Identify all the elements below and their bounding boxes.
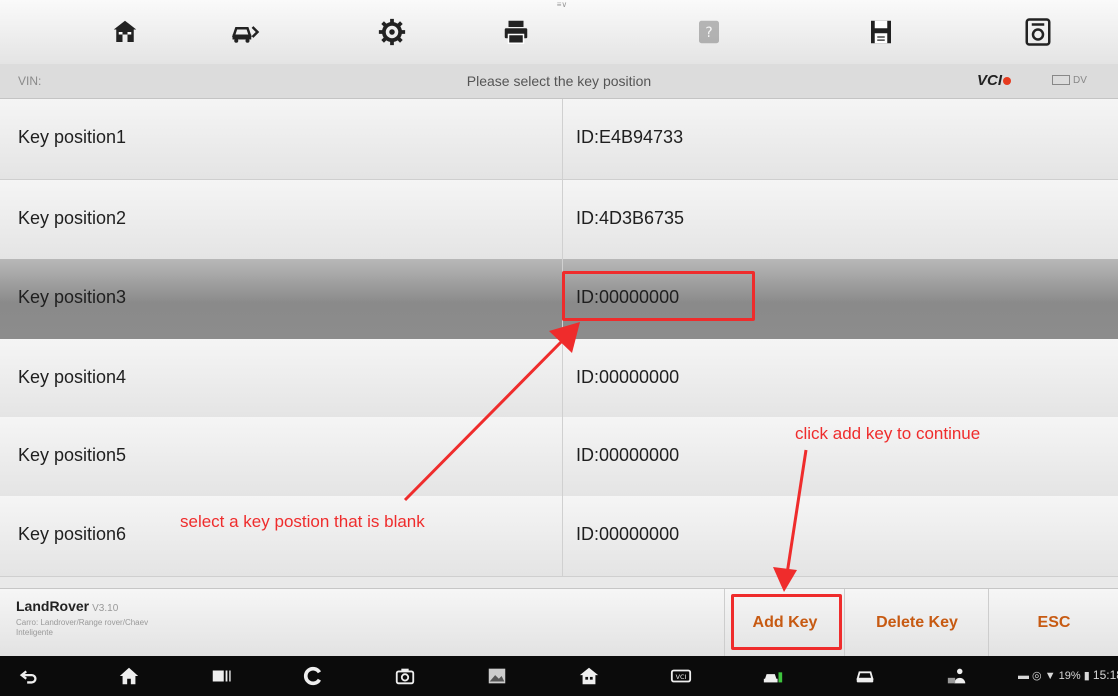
android-nav-bar: VCI ▬ ◎ ▼ 19% ▮ 15:18 [0, 656, 1118, 696]
vci-connected-dot [1003, 77, 1012, 85]
vci-status-button[interactable] [1018, 12, 1058, 52]
recent-apps-icon [212, 670, 231, 682]
column-divider [562, 417, 563, 497]
column-divider [562, 99, 563, 179]
key-position-row[interactable]: Key position2 ID:4D3B6735 [0, 180, 1118, 261]
settings-icon [378, 18, 406, 46]
column-divider [562, 496, 563, 576]
key-position-row[interactable]: Key position3 ID:00000000 [0, 259, 1118, 340]
back-icon [19, 670, 37, 684]
battery-icon [1052, 75, 1070, 86]
key-position-name: Key position5 [18, 445, 127, 465]
battery-percent: 19% [1058, 670, 1081, 682]
key-id-value: ID:E4B94733 [576, 127, 684, 147]
esc-button[interactable]: ESC [988, 589, 1118, 657]
home-icon [113, 20, 137, 42]
key-position-name: Key position4 [18, 367, 127, 387]
add-key-highlight-box [731, 594, 842, 650]
add-key-hint: click add key to continue [795, 424, 981, 443]
car-icon [856, 671, 874, 683]
help-button[interactable]: ? [689, 12, 729, 52]
key-position-table: Key position1 ID:E4B94733 Key position2 ID:… [0, 99, 1118, 588]
column-divider [562, 339, 563, 419]
bottom-action-bar: LandRover V3.10 Carro: Landrover/Range ro… [0, 588, 1118, 657]
car-button[interactable] [852, 664, 878, 688]
top-toolbar: ≡∨ ? [0, 0, 1118, 65]
battery-indicator: DV [1052, 75, 1087, 86]
key-id-value: ID:00000000 [576, 524, 680, 544]
vci-status-icon [1025, 18, 1051, 46]
svg-text:?: ? [705, 25, 712, 41]
camera-icon [395, 668, 415, 685]
car-diagnostic-icon [763, 672, 783, 683]
vehicle-swap-icon [232, 26, 260, 43]
browser-button[interactable] [300, 664, 326, 688]
svg-text:VCI: VCI [676, 673, 687, 681]
key-position-row[interactable]: Key position1 ID:E4B94733 [0, 99, 1118, 180]
clock: 15:18 [1092, 668, 1118, 682]
key-position-row[interactable]: Key position6 ID:00000000 [0, 496, 1118, 577]
battery-icon: ▮ [1083, 670, 1090, 682]
key-position-name: Key position2 [18, 208, 127, 228]
key-id-value: ID:00000000 [576, 367, 680, 387]
print-button[interactable] [496, 12, 536, 52]
print-icon [504, 20, 528, 44]
back-button[interactable] [16, 664, 42, 688]
user-manager-button[interactable] [944, 664, 970, 688]
vehicle-swap-button[interactable] [225, 12, 265, 52]
vehicle-path: Carro: Landrover/Range rover/Chaev Inteli… [16, 618, 149, 637]
help-icon: ? [699, 20, 719, 44]
page-title: Please select the key position [466, 73, 652, 89]
key-id-value: ID:00000000 [576, 445, 680, 465]
brand-label: LandRover V3.10 [16, 598, 119, 614]
user-manager-icon [947, 668, 966, 684]
home-icon [119, 667, 139, 685]
key-id-value: ID:4D3B6735 [576, 208, 685, 228]
recent-apps-button[interactable] [208, 664, 234, 688]
app-home-icon [579, 667, 599, 685]
vci-button[interactable]: VCI [668, 664, 694, 688]
column-divider [562, 180, 563, 260]
vci-logo: VCI [977, 72, 1012, 89]
browser-icon [303, 666, 322, 686]
app-home-button[interactable] [576, 664, 602, 688]
gallery-icon [488, 668, 506, 684]
notification-icon: ▬ ◎ ▼ [1018, 670, 1056, 682]
gallery-button[interactable] [484, 664, 510, 688]
key-position-name: Key position1 [18, 127, 127, 147]
select-blank-hint: select a key postion that is blank [180, 512, 425, 531]
key-position-row[interactable]: Key position4 ID:00000000 [0, 339, 1118, 420]
id-highlight-box [562, 271, 755, 321]
system-tray: ▬ ◎ ▼ 19% ▮ 15:18 [1018, 668, 1118, 682]
camera-button[interactable] [392, 664, 418, 688]
home-button[interactable] [105, 12, 145, 52]
save-button[interactable] [861, 12, 901, 52]
key-position-name: Key position3 [18, 287, 127, 307]
nav-home-button[interactable] [116, 664, 142, 688]
save-icon [871, 20, 891, 44]
settings-button[interactable] [372, 12, 412, 52]
key-position-name: Key position6 [18, 524, 127, 544]
delete-key-button[interactable]: Delete Key [844, 589, 989, 657]
pull-down-tab[interactable]: ≡∨ [550, 0, 574, 9]
vci-icon: VCI [670, 669, 692, 683]
car-diagnostic-button[interactable] [760, 664, 786, 688]
status-bar: VIN: Please select the key position VCI … [0, 64, 1118, 99]
